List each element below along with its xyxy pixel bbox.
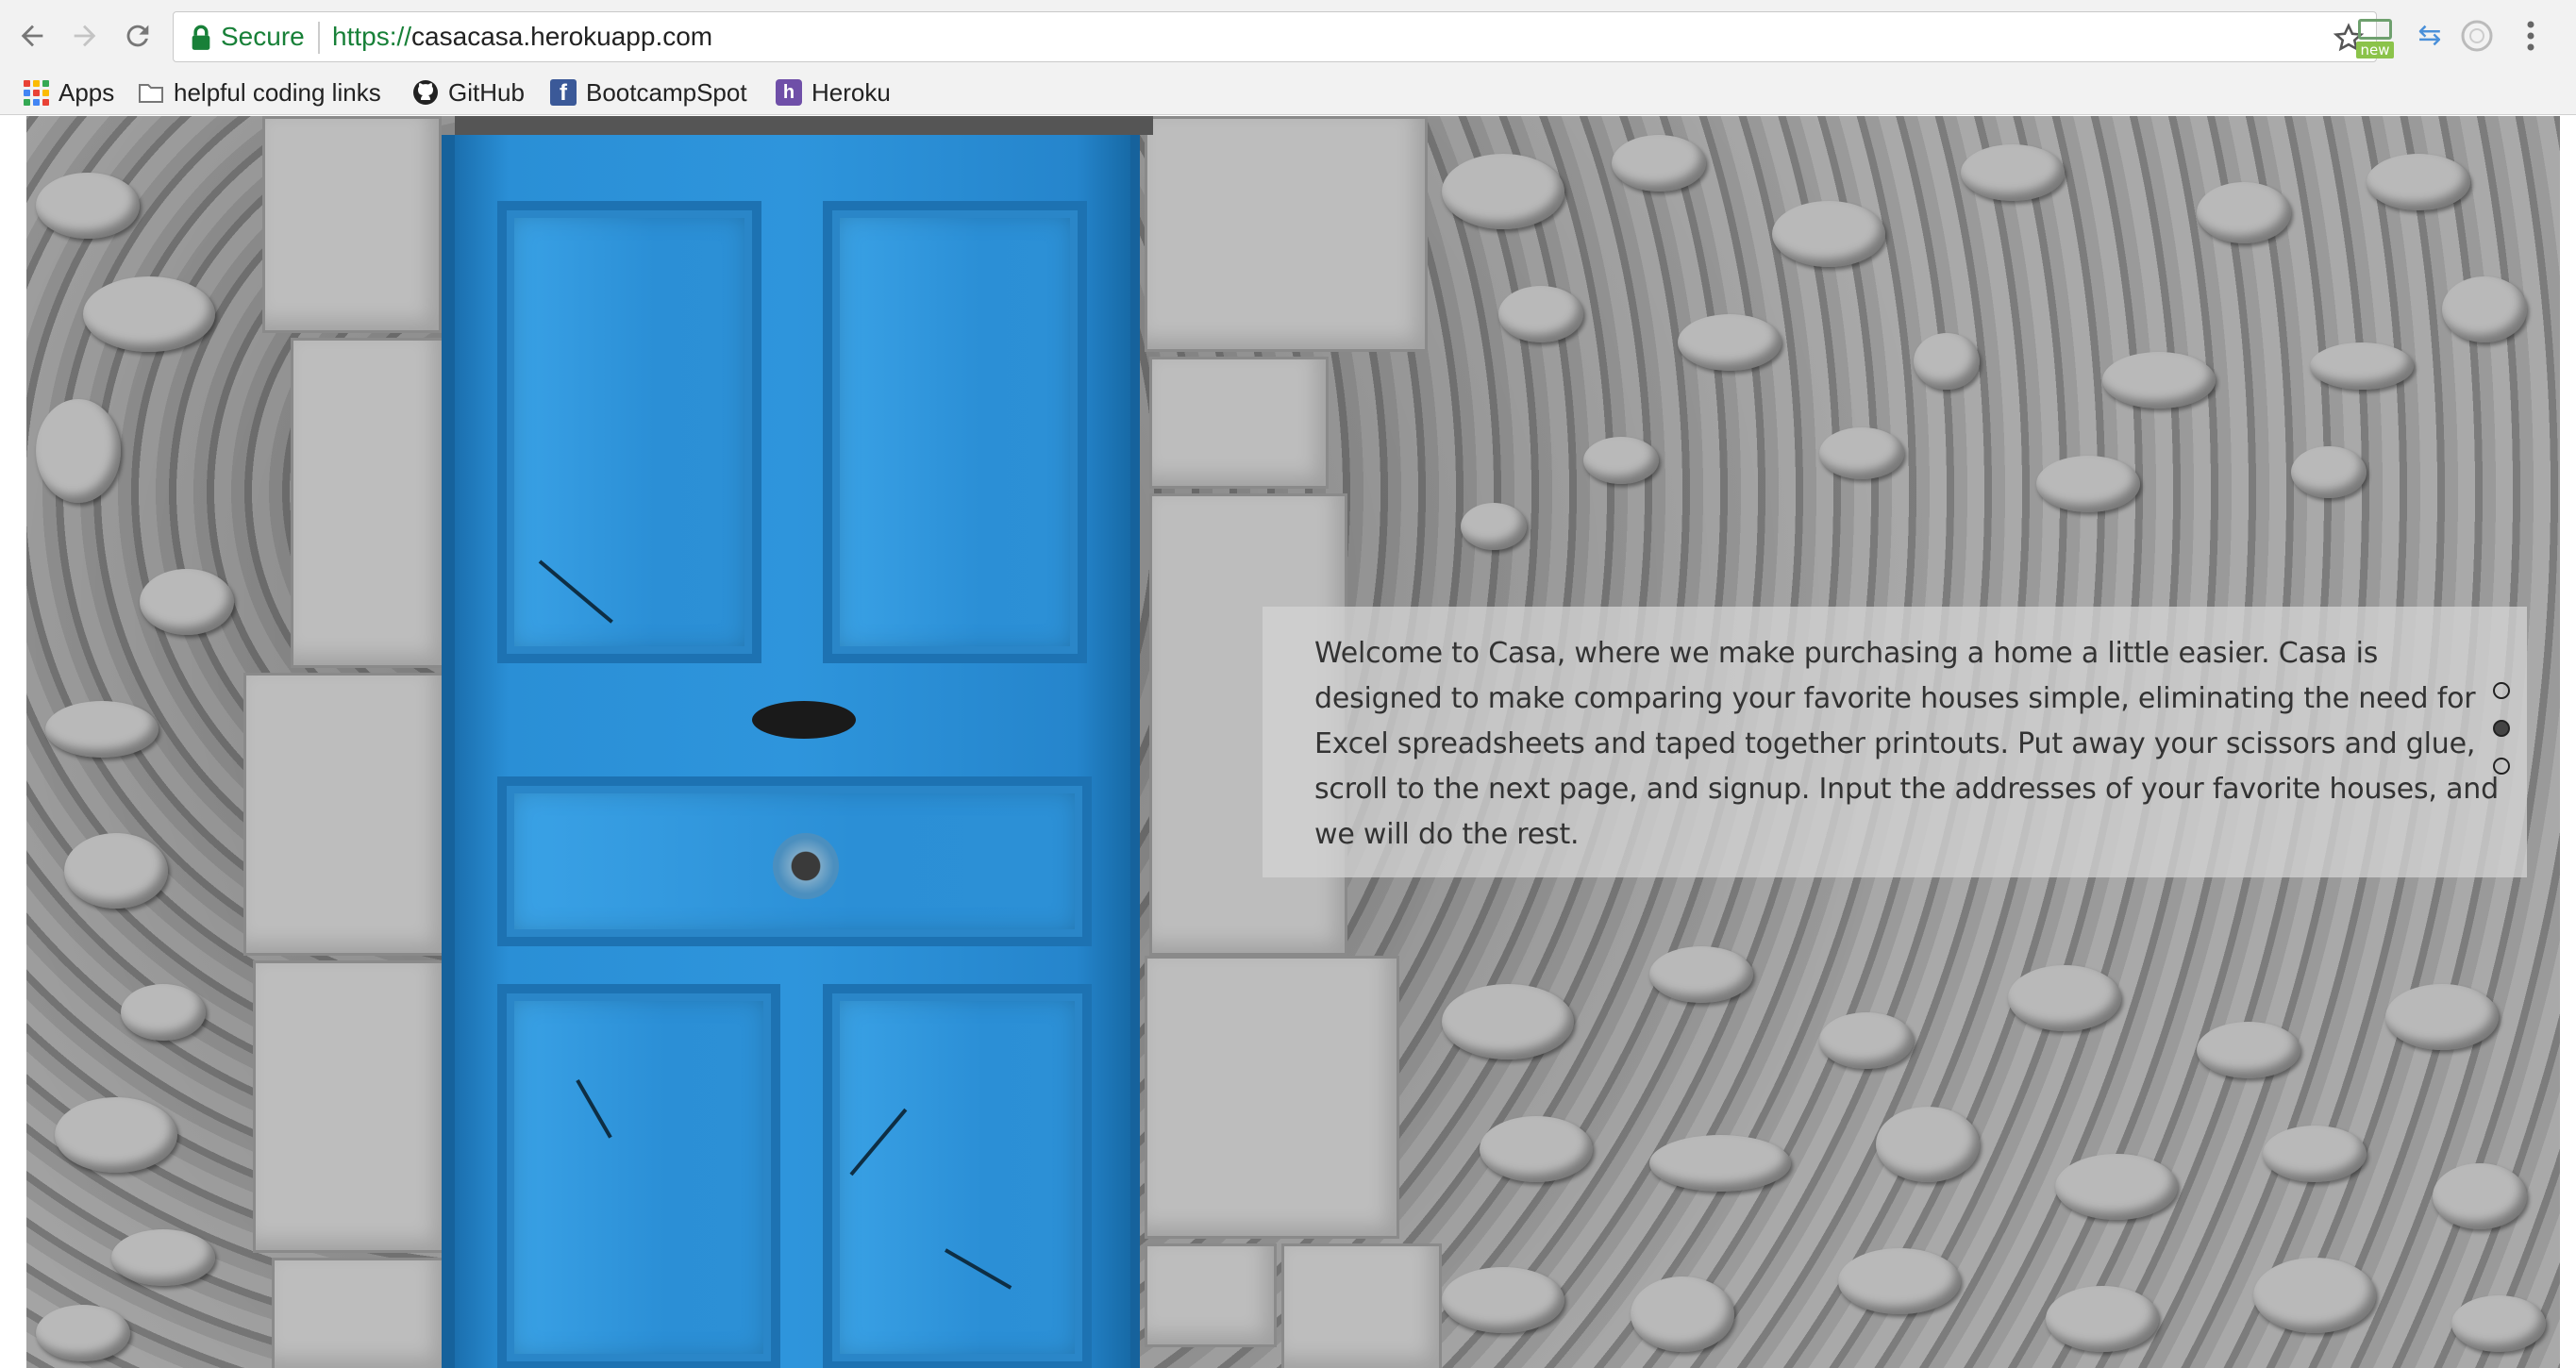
heroku-icon: h [776,79,802,106]
section-pagination [2493,682,2514,795]
secure-label: Secure [221,22,305,51]
pagination-dot-3[interactable] [2493,758,2510,775]
pagination-dot-1[interactable] [2493,682,2510,699]
url-text[interactable]: https://casacasa.herokuapp.com [332,22,712,52]
address-bar[interactable]: Secure https://casacasa.herokuapp.com [173,11,2377,62]
bookmark-apps[interactable]: Apps [23,75,114,109]
bookmark-label: BootcampSpot [586,77,747,107]
kebab-menu-icon[interactable] [2519,17,2542,55]
bookmark-label: helpful coding links [174,77,381,107]
reload-icon [126,25,149,47]
github-icon [413,80,438,105]
bookmark-label: Heroku [811,77,891,107]
bookmark-label: Apps [59,77,115,107]
circle-extension-icon [2461,20,2493,52]
browser-toolbar: Secure https://casacasa.herokuapp.com ne… [0,0,2576,72]
forward-button[interactable] [64,15,106,57]
welcome-panel: Welcome to Casa, where we make purchasin… [1263,607,2527,877]
apps-grid-icon [23,79,49,106]
url-scheme: https:// [332,22,412,51]
address-separator [318,22,320,54]
arrow-left-icon [21,25,43,47]
welcome-text: Welcome to Casa, where we make purchasin… [1314,637,2499,851]
folder-icon [139,84,163,103]
bookmark-heroku[interactable]: h Heroku [776,75,891,109]
pagination-dot-2[interactable] [2493,720,2510,737]
bookmark-github[interactable]: GitHub [412,75,525,109]
arrow-right-icon [74,25,96,47]
extension-new-badge: new [2356,42,2394,58]
extension-circle-button[interactable] [2458,17,2496,55]
extension-screen-icon [2358,19,2392,40]
page-viewport: Welcome to Casa, where we make purchasin… [26,116,2560,1368]
bookmarks-bar: Apps helpful coding links GitHub f Bootc… [0,72,2576,115]
lock-icon [192,25,210,50]
facebook-icon: f [550,79,577,106]
bookmark-bootcampspot[interactable]: f BootcampSpot [550,75,747,109]
url-host: casacasa.herokuapp.com [411,22,713,51]
extension-new-button[interactable]: new [2354,17,2396,58]
back-button[interactable] [11,15,53,57]
swap-arrows-icon: ⇆ [2417,20,2442,51]
browser-window: Secure https://casacasa.herokuapp.com ne… [0,0,2576,1368]
bookmark-helpful-coding-links[interactable]: helpful coding links [138,75,381,109]
reload-button[interactable] [117,15,159,57]
window-edge [2560,116,2576,1368]
bookmark-label: GitHub [448,77,525,107]
extension-sync-button[interactable]: ⇆ [2411,17,2449,55]
blue-door [442,116,1153,1368]
